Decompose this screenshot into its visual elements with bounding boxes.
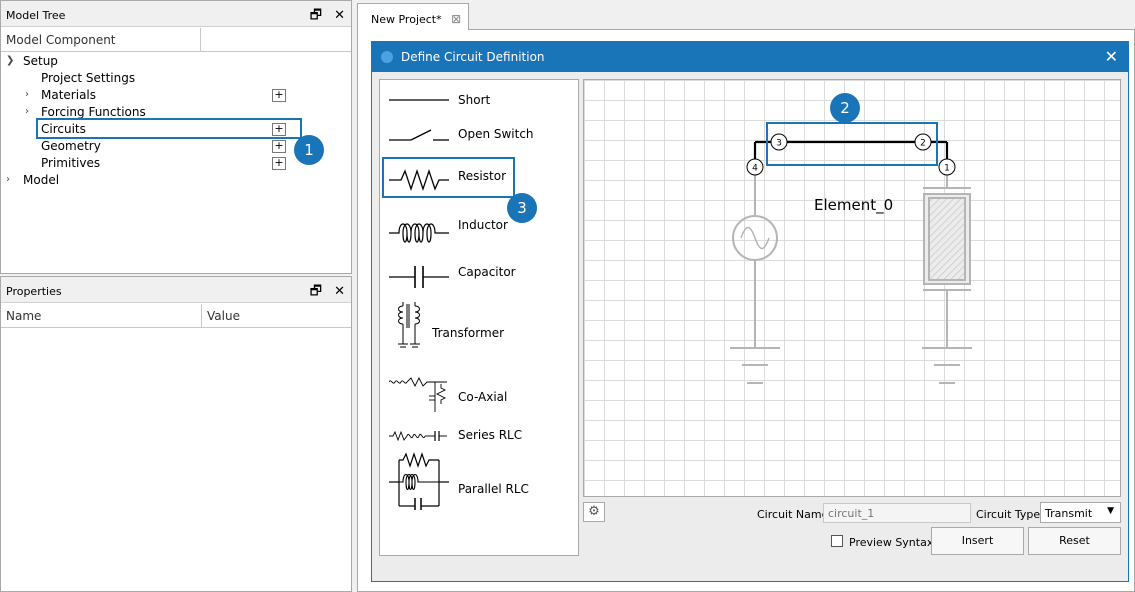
short-icon [389, 99, 449, 101]
circuit-type-label: Circuit Type: [976, 508, 1044, 521]
tree-item-materials[interactable]: › Materials [1, 88, 301, 105]
define-circuit-dialog: Define Circuit Definition ✕ Short Open S… [371, 41, 1129, 582]
palette-label: Open Switch [458, 127, 534, 141]
insert-button[interactable]: Insert [931, 527, 1024, 555]
properties-panel: Properties 🗗 ✕ Name Value [0, 276, 352, 592]
palette-label: Series RLC [458, 428, 523, 442]
element-label: Element_0 [814, 196, 893, 215]
close-icon[interactable]: ✕ [334, 284, 345, 299]
tree-item-label: Setup [23, 54, 58, 68]
palette-item-short[interactable]: Short [380, 88, 578, 112]
model-tree-header: Model Component [1, 28, 351, 52]
reset-button[interactable]: Reset [1028, 527, 1121, 555]
properties-title-text: Properties [6, 285, 62, 298]
palette-item-transformer[interactable]: Transformer [380, 300, 578, 356]
callout-badge-2: 2 [830, 93, 860, 123]
circuit-type-select[interactable]: Transmit ▼ [1040, 502, 1121, 523]
add-geometry-button[interactable]: + [272, 140, 286, 153]
properties-title: Properties 🗗 ✕ [1, 277, 351, 303]
node-label: 1 [944, 164, 950, 174]
callout-badge-1: 1 [294, 135, 324, 165]
palette-label: Short [458, 93, 491, 107]
tree-item-label: Geometry [41, 139, 101, 153]
palette-item-co-axial[interactable]: Co-Axial [380, 376, 578, 416]
circuit-type-value: Transmit [1045, 507, 1093, 520]
float-icon[interactable]: 🗗 [310, 284, 322, 299]
name-column[interactable]: Name [1, 304, 202, 328]
tab-close-icon[interactable]: ⊠ [451, 12, 461, 26]
model-component-column[interactable]: Model Component [1, 28, 201, 52]
circuit-name-input[interactable] [823, 503, 971, 523]
palette-item-inductor[interactable]: Inductor [380, 212, 578, 246]
chevron-right-icon[interactable]: › [25, 106, 35, 117]
dialog-title-bar: Define Circuit Definition ✕ [372, 42, 1128, 72]
series-rlc-icon [389, 430, 447, 442]
load-branch [922, 175, 972, 384]
settings-gear-button[interactable]: ⚙ [583, 502, 605, 522]
tree-item-primitives[interactable]: Primitives [1, 156, 301, 173]
tree-item-label: Primitives [41, 156, 101, 170]
preview-syntax-label: Preview Syntax [849, 536, 934, 549]
open-switch-icon [389, 129, 449, 141]
tree-item-label: Model [23, 173, 60, 187]
inductor-icon [389, 223, 449, 243]
tree-item-geometry[interactable]: Geometry [1, 139, 301, 156]
tree-item-project-settings[interactable]: Project Settings [1, 71, 301, 88]
chevron-down-icon[interactable]: ❯ [6, 55, 16, 66]
add-primitive-button[interactable]: + [272, 157, 286, 170]
circuits-highlight [36, 118, 302, 139]
palette-label: Transformer [432, 326, 505, 340]
resistor-highlight [382, 157, 515, 198]
palette-label: Parallel RLC [458, 482, 529, 496]
circuit-name-label: Circuit Name: [757, 508, 833, 521]
app-icon [381, 51, 393, 63]
chevron-right-icon[interactable]: › [6, 174, 16, 185]
palette-item-series-rlc[interactable]: Series RLC [380, 426, 578, 448]
palette-label: Co-Axial [458, 390, 508, 404]
tab-new-project[interactable]: New Project* ⊠ [357, 3, 469, 30]
palette-label: Inductor [458, 218, 508, 232]
palette-item-parallel-rlc[interactable]: Parallel RLC [380, 452, 578, 510]
tree-item-model[interactable]: › Model [1, 173, 301, 190]
model-tree-panel: Model Tree 🗗 ✕ Model Component ❯ Setup P… [0, 0, 352, 274]
chevron-right-icon[interactable]: › [25, 89, 35, 100]
close-icon[interactable]: ✕ [1105, 47, 1118, 66]
tree-item-label: Materials [41, 88, 97, 102]
palette-label: Capacitor [458, 265, 516, 279]
dialog-title: Define Circuit Definition [401, 50, 545, 64]
element-highlight [766, 122, 938, 166]
tab-label: New Project* [371, 13, 442, 26]
float-icon[interactable]: 🗗 [310, 8, 322, 23]
node-label: 4 [752, 164, 758, 174]
gear-icon: ⚙ [588, 504, 600, 519]
capacitor-icon [389, 266, 449, 288]
chevron-down-icon: ▼ [1107, 506, 1114, 516]
model-tree-title: Model Tree 🗗 ✕ [1, 1, 351, 27]
add-material-button[interactable]: + [272, 89, 286, 102]
palette-item-capacitor[interactable]: Capacitor [380, 260, 578, 292]
callout-badge-3: 3 [507, 193, 537, 223]
value-column[interactable]: Value [202, 304, 352, 328]
source-branch [730, 175, 780, 384]
co-axial-icon [389, 376, 447, 412]
transformer-icon [398, 302, 420, 348]
palette-item-open-switch[interactable]: Open Switch [380, 122, 578, 148]
circuit-canvas[interactable]: 4 3 2 1 Element_0 2 [583, 79, 1121, 497]
parallel-rlc-icon [389, 452, 449, 510]
tree-item-label: Forcing Functions [41, 105, 146, 119]
tree-item-label: Project Settings [41, 71, 136, 85]
component-palette: Short Open Switch Resistor Inductor Capa… [379, 79, 579, 556]
node-4[interactable]: 4 [746, 158, 764, 176]
preview-syntax-checkbox[interactable] [831, 535, 843, 547]
properties-header: Name Value [1, 304, 351, 328]
close-icon[interactable]: ✕ [334, 8, 345, 23]
tree-item-setup[interactable]: ❯ Setup [1, 54, 301, 71]
node-1[interactable]: 1 [938, 158, 956, 176]
model-tree-title-text: Model Tree [6, 9, 66, 22]
